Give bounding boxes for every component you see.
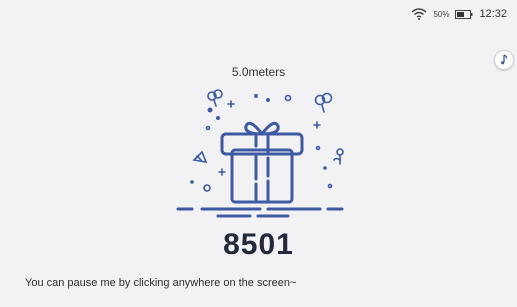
distance-label: 5.0meters	[231, 65, 286, 79]
pause-hint: You can pause me by clicking anywhere on…	[25, 277, 297, 289]
wifi-icon	[411, 8, 427, 20]
clock: 12:32	[479, 8, 507, 20]
status-indicators: 50% 12:32	[411, 7, 507, 21]
battery-icon	[455, 9, 473, 19]
gift-icon	[176, 89, 344, 218]
step-counter: 8501	[223, 228, 294, 261]
battery-percent: 50%	[433, 9, 450, 19]
status-bar: 50% 12:32	[0, 0, 517, 28]
